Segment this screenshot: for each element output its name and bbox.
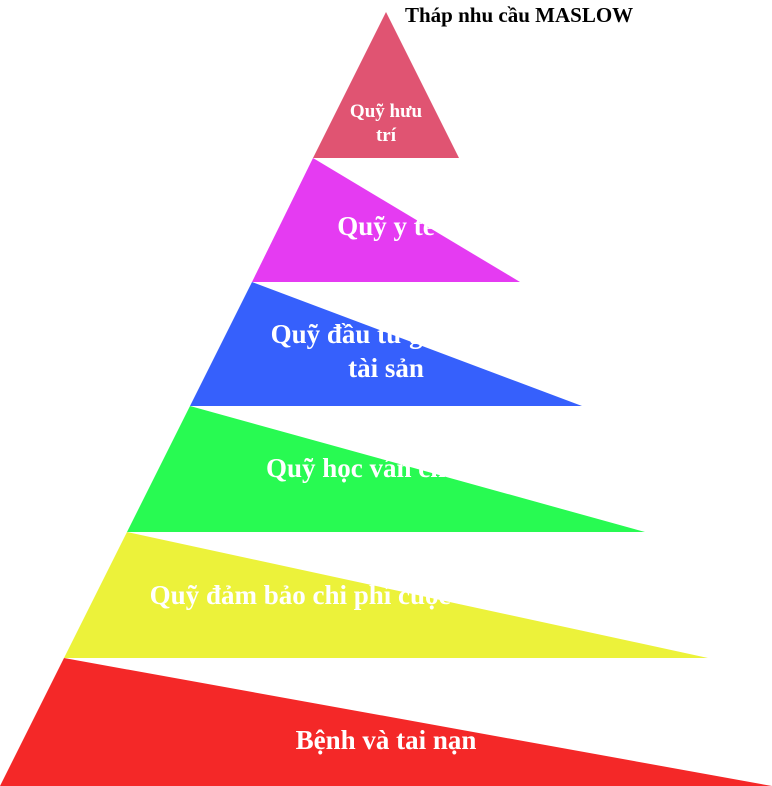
level-label-illness-accident: Bệnh và tai nạn	[295, 725, 477, 755]
level-label-living-cost-fund: Quỹ đảm bảo chi phí cuộc sống hằng này	[149, 580, 623, 610]
level-label-health-fund: Quỹ y tế	[337, 211, 435, 241]
level-label-investment-fund: Quỹ đầu tư gia tăng tài sản	[270, 319, 502, 383]
level-illness-accident	[0, 658, 772, 786]
level-label-education-fund: Quỹ học vấn cho con	[265, 453, 507, 483]
diagram-title: Tháp nhu cầu MASLOW	[405, 3, 634, 27]
level-label-retirement-fund: Quỹ hưu trí	[349, 101, 423, 146]
pyramid-diagram: Tháp nhu cầu MASLOW Quỹ hưu trí Quỹ y tế…	[0, 0, 772, 786]
